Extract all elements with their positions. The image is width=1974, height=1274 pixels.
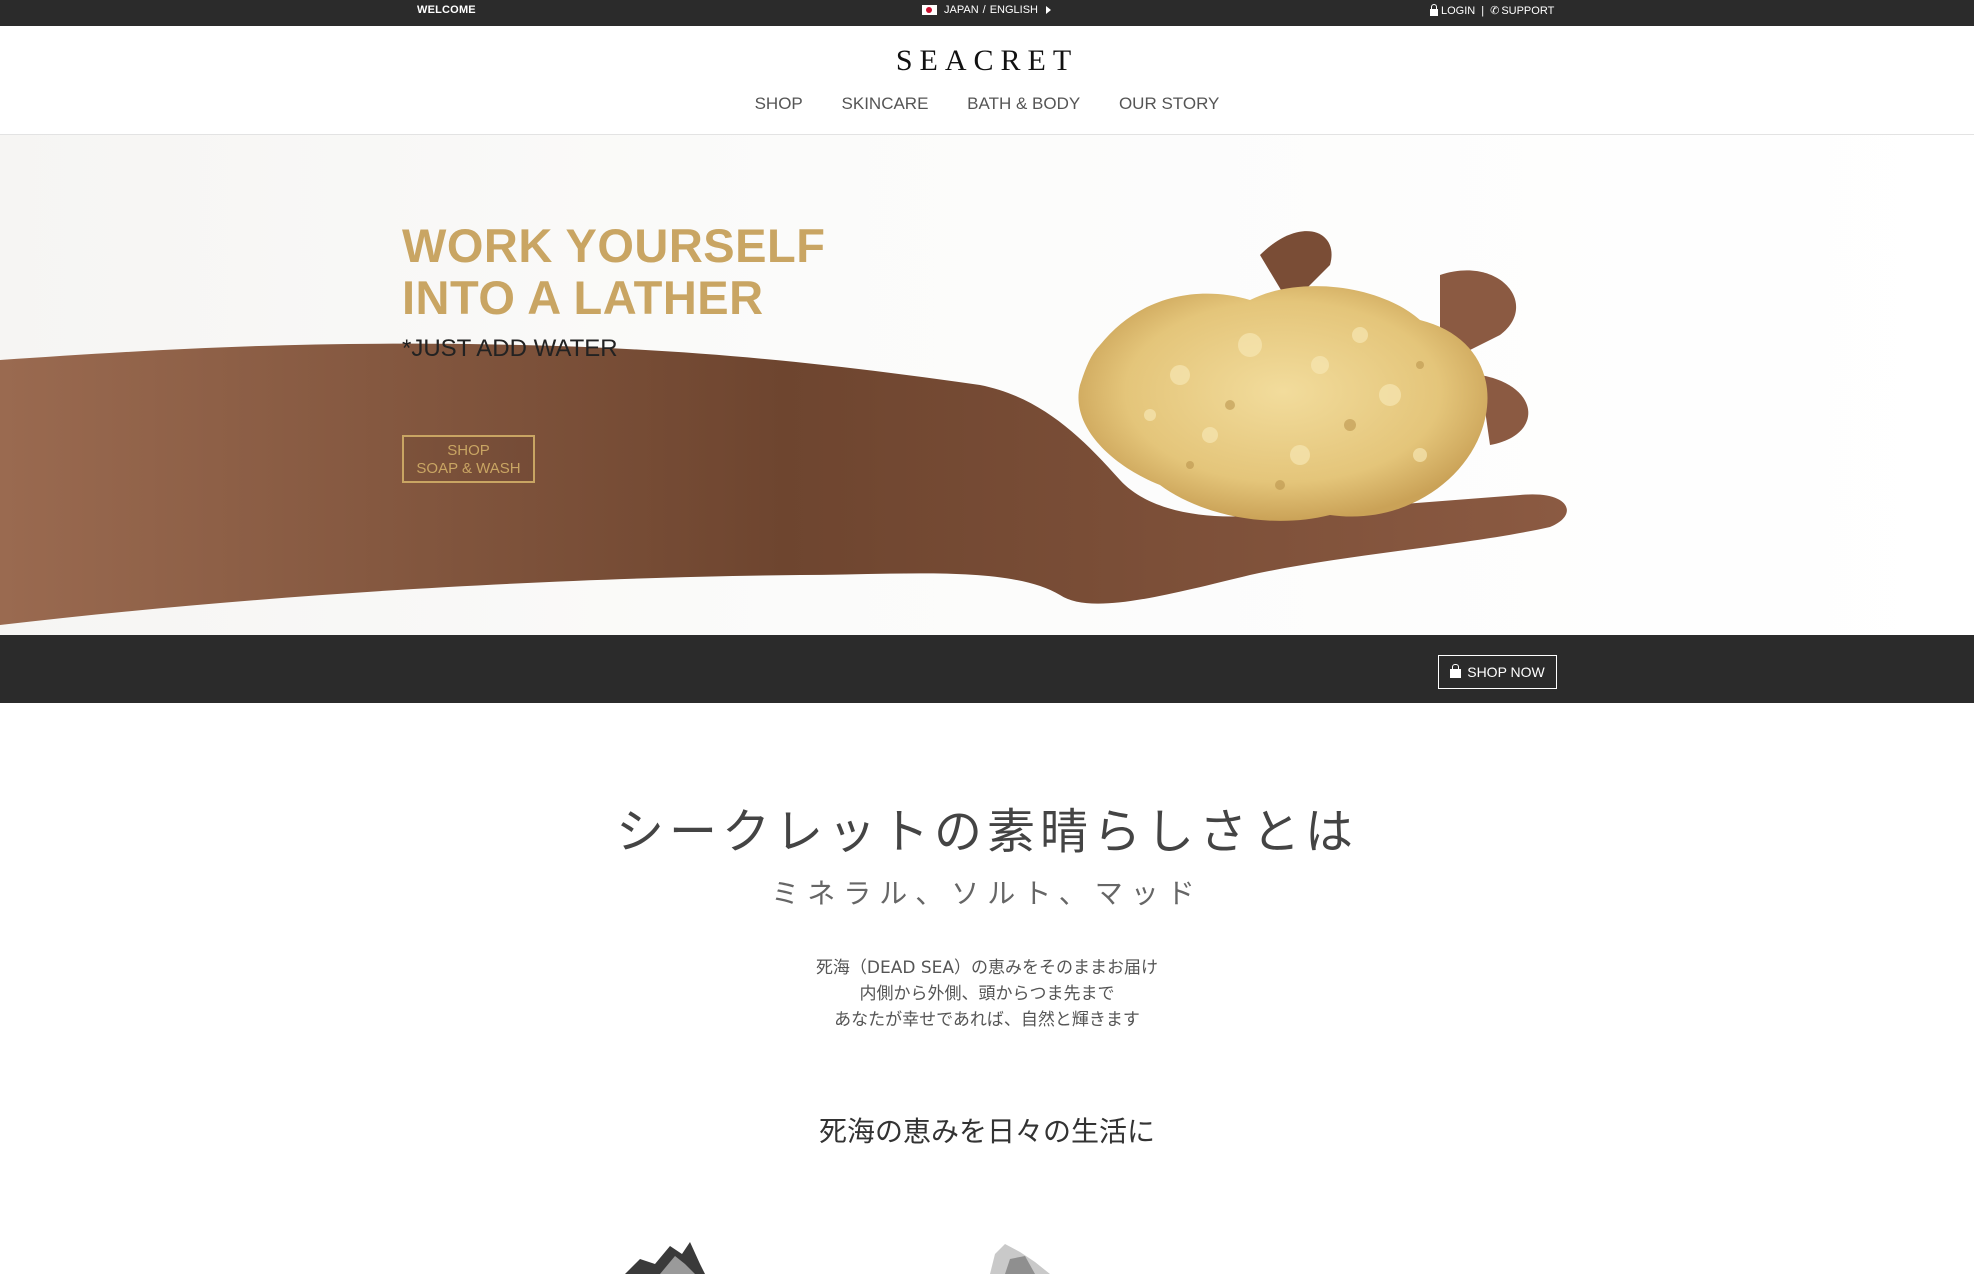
account-divider: | (1481, 4, 1485, 17)
welcome-text: WELCOME (417, 4, 476, 16)
top-utility-bar: WELCOME JAPAN / ENGLISH LOGIN | ✆ SUPPOR… (0, 0, 1974, 26)
hero-button-line2: SOAP & WASH (416, 460, 521, 477)
country-label: JAPAN (944, 4, 979, 16)
shopping-bag-icon (1450, 664, 1462, 678)
phone-icon: ✆ (1490, 5, 1500, 17)
seacret-logo[interactable]: SEACRET (0, 44, 1974, 78)
intro-line-1: 死海（DEAD SEA）の恵みをそのままお届け (815, 958, 1159, 978)
hero-banner: WORK YOURSELF INTO A LATHER *JUST ADD WA… (0, 135, 1974, 635)
site-header: SEACRET SHOP SKINCARE BATH & BODY OUR ST… (0, 26, 1974, 135)
intro-description: 死海（DEAD SEA）の恵みをそのままお届け 内側から外側、頭からつま先まで … (0, 955, 1974, 1033)
hero-title: WORK YOURSELF INTO A LATHER (402, 220, 825, 324)
nav-bath-body[interactable]: BATH & BODY (967, 94, 1080, 114)
lock-icon (1430, 3, 1438, 16)
main-nav: SHOP SKINCARE BATH & BODY OUR STORY (0, 94, 1974, 114)
hero-title-line1: WORK YOURSELF (402, 219, 826, 272)
caret-right-icon (1046, 6, 1051, 14)
support-label: SUPPORT (1501, 4, 1555, 17)
nav-shop[interactable]: SHOP (755, 94, 803, 114)
hero-title-line2: INTO A LATHER (402, 271, 764, 324)
account-links: LOGIN | ✆ SUPPORT (1430, 3, 1555, 18)
shop-now-label: SHOP NOW (1467, 664, 1545, 680)
intro-line-3: あなたが幸せであれば、自然と輝きます (834, 1010, 1140, 1030)
nav-skincare[interactable]: SKINCARE (842, 94, 929, 114)
shop-now-bar: SHOP NOW (0, 635, 1974, 703)
product-image-peek-right (990, 1244, 1050, 1274)
locale-separator: / (982, 4, 986, 16)
language-label: ENGLISH (989, 4, 1038, 16)
product-image-peek-left (625, 1242, 705, 1274)
intro-subtitle: ミネラル、ソルト、マッド (771, 877, 1203, 910)
shop-now-button[interactable]: SHOP NOW (1438, 655, 1557, 689)
login-label: LOGIN (1441, 4, 1476, 17)
hero-arm-sponge-illustration (0, 231, 1567, 625)
intro-title: シークレットの素晴らしさとは (615, 804, 1358, 860)
support-link[interactable]: ✆ SUPPORT (1490, 4, 1555, 18)
locale-selector[interactable]: JAPAN / ENGLISH (922, 4, 1051, 16)
shop-soap-wash-button[interactable]: SHOP SOAP & WASH (402, 435, 535, 483)
hero-button-line1: SHOP (447, 442, 490, 459)
hero-subtitle: *JUST ADD WATER (402, 335, 618, 362)
intro-line-2: 内側から外側、頭からつま先まで (859, 984, 1115, 1004)
japan-flag-icon (922, 5, 937, 15)
login-link[interactable]: LOGIN (1430, 3, 1476, 17)
section-title: 死海の恵みを日々の生活に (818, 1115, 1155, 1148)
nav-our-story[interactable]: OUR STORY (1119, 94, 1219, 114)
